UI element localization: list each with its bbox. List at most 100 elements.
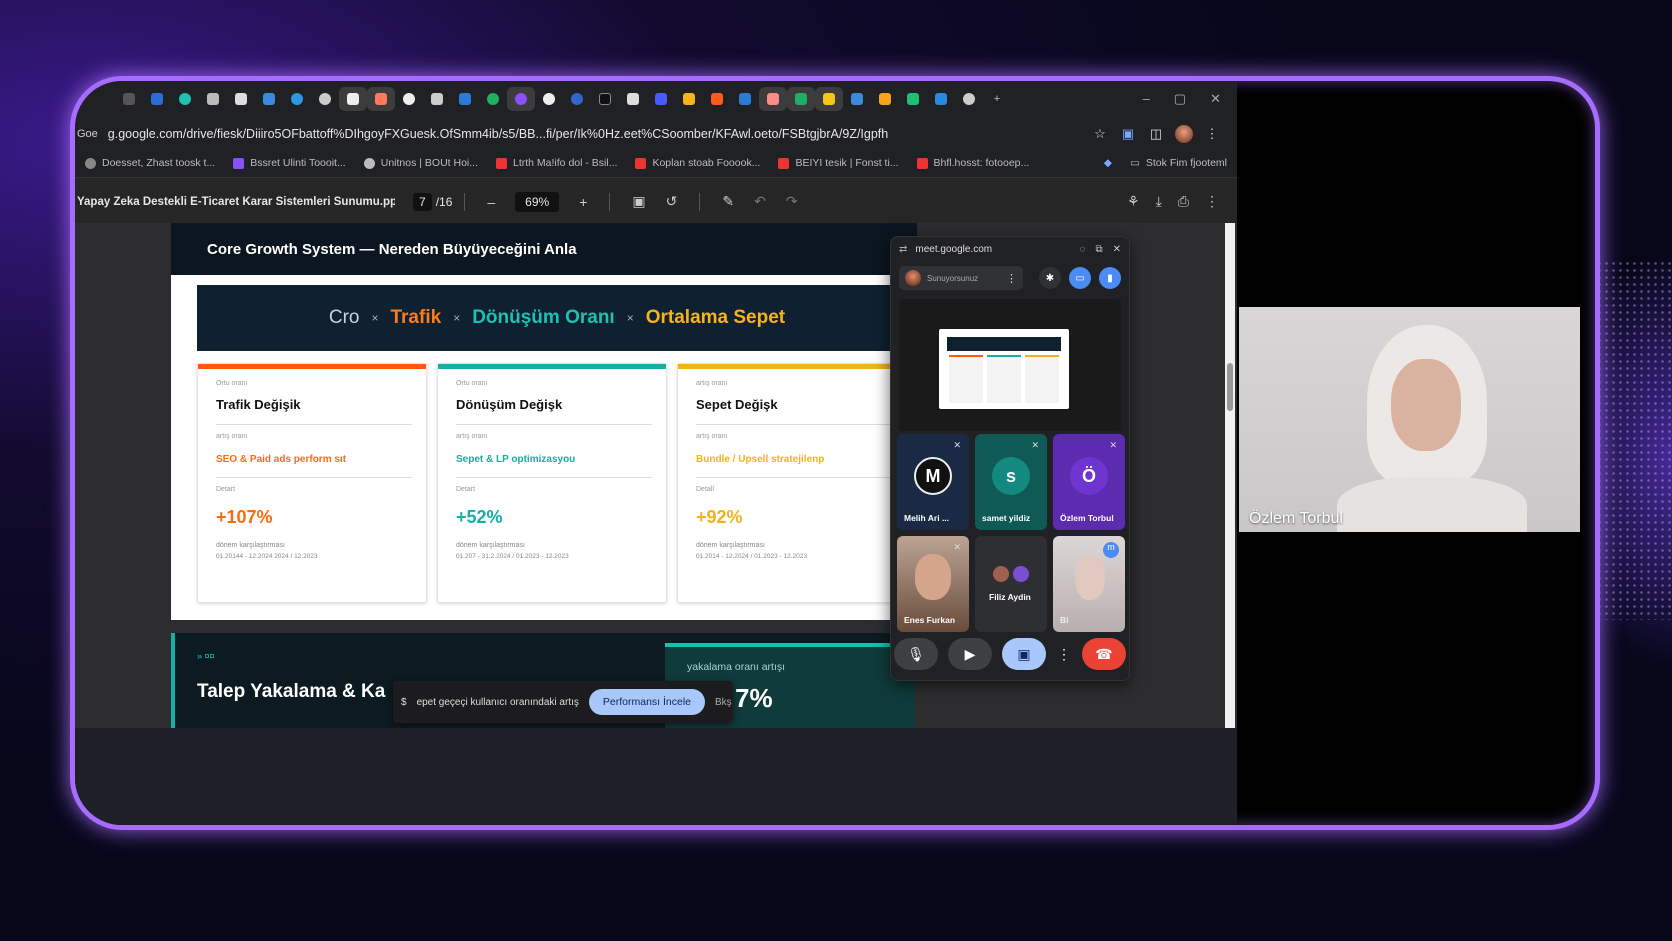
zoom-input[interactable]: 69% bbox=[515, 191, 560, 212]
undo-icon[interactable]: ↶ bbox=[754, 193, 766, 210]
card-caption: Ortu oranı bbox=[456, 380, 488, 387]
bookmark-item[interactable]: Ltrth Ma!ifo dol - Bsil... bbox=[496, 157, 617, 169]
bookmark-extension-icon[interactable]: ◆ bbox=[1104, 157, 1112, 169]
tab-icon[interactable] bbox=[843, 87, 871, 111]
tab-icon[interactable] bbox=[143, 87, 171, 111]
tab-icon[interactable] bbox=[311, 87, 339, 111]
download-icon[interactable]: ⤓ bbox=[1156, 193, 1162, 210]
participant-tile[interactable]: Filiz Aydin bbox=[975, 536, 1047, 632]
bookmark-favicon bbox=[496, 157, 507, 169]
tab-icon[interactable] bbox=[199, 87, 227, 111]
bookmark-item[interactable]: Bhfl.hosst: fotooep... bbox=[916, 157, 1029, 169]
tab-icon[interactable] bbox=[759, 87, 787, 111]
close-icon[interactable]: ✕ bbox=[1113, 244, 1121, 255]
multiply-sign: × bbox=[626, 311, 634, 325]
tab-icon[interactable] bbox=[339, 87, 367, 111]
tab-icon[interactable] bbox=[367, 87, 395, 111]
tab-icon[interactable] bbox=[619, 87, 647, 111]
reactions-icon[interactable]: ✱ bbox=[1039, 267, 1061, 289]
maximize-icon[interactable]: ▢ bbox=[1174, 91, 1186, 107]
zoom-in-icon[interactable]: + bbox=[579, 194, 587, 210]
tab-icon[interactable] bbox=[227, 87, 255, 111]
card-driver: Sepet & LP optimizasyou bbox=[456, 454, 576, 465]
presenter-label: Sunuyorsunuz bbox=[927, 273, 979, 283]
extension-icon[interactable]: ▣ bbox=[1119, 125, 1137, 143]
bookmark-item[interactable]: BEIYI tesik | Fonst ti... bbox=[778, 157, 899, 169]
more-icon[interactable]: ⋮ bbox=[1205, 193, 1219, 210]
bookmark-item[interactable]: Koplan stoab Fooook... bbox=[635, 157, 760, 169]
tab-icon[interactable] bbox=[647, 87, 675, 111]
star-icon[interactable]: ☆ bbox=[1091, 125, 1109, 143]
page-number-input[interactable]: 7 bbox=[413, 192, 432, 211]
divider bbox=[609, 192, 611, 211]
tab-icon[interactable] bbox=[451, 87, 479, 111]
camera-icon[interactable]: ▶ bbox=[948, 638, 992, 670]
mic-icon[interactable]: 🎙︎ bbox=[894, 638, 938, 670]
chat-icon[interactable]: ▭ bbox=[1069, 267, 1091, 289]
rotate-icon[interactable]: ↺ bbox=[666, 193, 678, 210]
formula-trafik: Trafik bbox=[390, 307, 442, 328]
participant-video bbox=[1075, 556, 1105, 600]
scrollbar[interactable] bbox=[1225, 223, 1235, 728]
url-text[interactable]: g.google.com/drive/fiesk/Diiiro5OFbattof… bbox=[108, 127, 1081, 141]
participant-tile[interactable]: ✕ M Melih Ari ... bbox=[897, 434, 969, 530]
presenter-chip[interactable]: Sunuyorsunuz ⋮ bbox=[899, 266, 1023, 290]
zoom-out-icon[interactable]: – bbox=[487, 194, 495, 210]
tab-icon[interactable] bbox=[675, 87, 703, 111]
redo-icon[interactable]: ↷ bbox=[786, 193, 798, 210]
present-icon[interactable]: ▣ bbox=[1002, 638, 1046, 670]
extensions-puzzle-icon[interactable]: ◫ bbox=[1147, 125, 1165, 143]
participant-tile[interactable]: ✕ s samet yildiz bbox=[975, 434, 1047, 530]
close-icon[interactable]: ✕ bbox=[1210, 91, 1221, 107]
formula-cro: Cro bbox=[328, 307, 360, 328]
tab-icon[interactable] bbox=[731, 87, 759, 111]
github-icon[interactable] bbox=[395, 87, 423, 111]
tab-icon[interactable] bbox=[535, 87, 563, 111]
tab-icon[interactable] bbox=[927, 87, 955, 111]
card-accent-bar bbox=[198, 364, 426, 369]
tab-icon[interactable] bbox=[703, 87, 731, 111]
tab-icon[interactable] bbox=[507, 87, 535, 111]
tab-icon[interactable] bbox=[899, 87, 927, 111]
tab-icon[interactable] bbox=[283, 87, 311, 111]
tab-icon[interactable] bbox=[479, 87, 507, 111]
tab-icon[interactable] bbox=[423, 87, 451, 111]
profile-avatar[interactable] bbox=[1175, 125, 1193, 143]
dismiss-button[interactable]: Bkş bbox=[715, 697, 732, 708]
participant-tile[interactable]: m Bi bbox=[1053, 536, 1125, 632]
annotate-icon[interactable]: ✎ bbox=[722, 193, 734, 210]
new-tab-icon[interactable]: + bbox=[983, 87, 1011, 111]
participant-tile[interactable]: ✕ Ö Özlem Torbul bbox=[1053, 434, 1125, 530]
scroll-thumb[interactable] bbox=[1227, 363, 1233, 411]
tab-icon[interactable] bbox=[787, 87, 815, 111]
tab-icon[interactable] bbox=[955, 87, 983, 111]
more-icon[interactable]: ⋮ bbox=[1006, 272, 1023, 285]
stat-label: yakalama oranı artışı bbox=[687, 661, 786, 673]
share-icon[interactable]: ⚘ bbox=[1127, 193, 1140, 210]
bookmark-item[interactable]: Unitnos | BOUt Hoi... bbox=[363, 157, 478, 169]
tab-icon[interactable] bbox=[255, 87, 283, 111]
pdf-viewer[interactable]: Core Growth System — Nereden Büyüyeceğin… bbox=[75, 223, 1237, 825]
tab-icon[interactable] bbox=[815, 87, 843, 111]
activities-icon[interactable]: ▮ bbox=[1099, 267, 1121, 289]
participant-tile[interactable]: ✕ Enes Furkan bbox=[897, 536, 969, 632]
tab-icon[interactable] bbox=[871, 87, 899, 111]
print-icon[interactable]: ⎙ bbox=[1178, 193, 1189, 210]
tab-icon[interactable] bbox=[115, 87, 143, 111]
performance-button[interactable]: Performansı İncele bbox=[588, 689, 706, 715]
all-bookmarks-folder[interactable]: ▭ Stok Fim fjooteml bbox=[1130, 157, 1227, 169]
tab-icon[interactable] bbox=[563, 87, 591, 111]
end-call-icon[interactable]: ☎ bbox=[1082, 638, 1126, 670]
settings-icon[interactable]: ◌ bbox=[1080, 244, 1086, 255]
card-caption: artış oranı bbox=[216, 433, 248, 440]
bookmark-item[interactable]: Doesset, Zhast toosk t... bbox=[85, 157, 215, 169]
tab-icon[interactable] bbox=[591, 87, 619, 111]
minimize-icon[interactable]: – bbox=[1143, 91, 1150, 107]
back-to-tab-icon[interactable]: ⧉ bbox=[1095, 244, 1102, 255]
fit-page-icon[interactable]: ▣ bbox=[632, 193, 645, 210]
bookmark-item[interactable]: Bssret Ulinti Toooit... bbox=[233, 157, 346, 169]
site-info[interactable]: Goe bbox=[77, 128, 98, 140]
tab-icon[interactable] bbox=[171, 87, 199, 111]
more-options-icon[interactable]: ⋮ bbox=[1056, 638, 1072, 670]
more-menu-icon[interactable]: ⋮ bbox=[1203, 125, 1221, 143]
